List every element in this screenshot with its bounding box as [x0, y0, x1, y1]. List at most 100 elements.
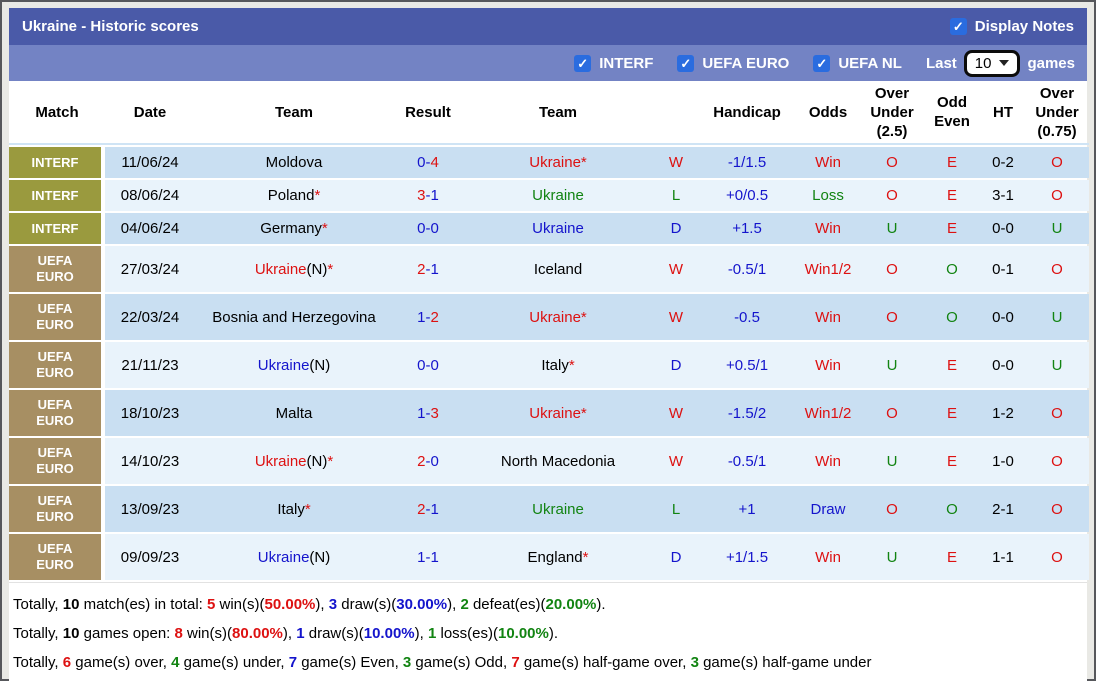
match-row: UEFA EURO 18/10/23 Malta 1-3 Ukraine* W -1.5/2… — [9, 390, 1089, 437]
result-letter: D — [670, 548, 682, 566]
summary-segment: 50.00% — [264, 596, 316, 614]
result-letter-cell: D — [653, 213, 699, 245]
over-under-0-75-value: O — [1051, 260, 1063, 278]
over-under-0-75-cell: O — [1025, 438, 1089, 485]
away-score: 1 — [430, 187, 439, 205]
summary-segment: Totally, — [13, 654, 63, 672]
filter-interf[interactable]: INTERF — [574, 54, 653, 72]
match-row: UEFA EURO 13/09/23 Italy* 2-1 Ukraine L +1 Draw… — [9, 486, 1089, 533]
summary-segment: 10 — [62, 625, 80, 643]
checkbox-checked-icon[interactable] — [574, 54, 592, 72]
odds-result: Win — [815, 220, 841, 238]
result-letter: W — [668, 452, 684, 470]
filter-uefa-euro-label: UEFA EURO — [702, 54, 790, 72]
over-under-0-75-value: O — [1051, 452, 1063, 470]
over-under-0-75-value: U — [1051, 308, 1063, 326]
away-team-cell: Ukraine — [463, 213, 653, 245]
summary-segment: 1 — [296, 625, 305, 643]
team-name: England — [527, 548, 583, 566]
over-under-2-5-value: O — [886, 260, 898, 278]
summary-segment: Totally, — [13, 625, 63, 643]
over-under-2-5-value: U — [886, 452, 898, 470]
result-letter: L — [671, 500, 681, 518]
odds-result: Draw — [810, 500, 846, 518]
away-score: 0 — [430, 452, 439, 470]
score-cell: 2-1 — [393, 486, 463, 533]
over-under-0-75-value: U — [1051, 356, 1063, 374]
team-name: Germany — [260, 220, 322, 238]
column-header: Result — [393, 83, 463, 146]
last-label: Last — [925, 54, 957, 72]
checkbox-checked-icon[interactable] — [677, 54, 695, 72]
summary-segment: Totally, — [13, 596, 63, 614]
summary-segment: ). — [596, 596, 606, 614]
ht-cell: 2-1 — [981, 486, 1025, 533]
summary-segment: game(s) Odd, — [411, 654, 512, 672]
team-name: Malta — [275, 404, 313, 422]
over-under-0-75-cell: U — [1025, 294, 1089, 341]
table-header-row: Match Date Team Result Team Handicap Odds Over … — [9, 83, 1089, 146]
summary-segment: ), — [414, 625, 428, 643]
odd-even-cell: E — [923, 438, 981, 485]
summary-segment: draw(s)( — [337, 596, 397, 614]
home-team-cell: Moldova — [195, 147, 393, 179]
ht-score: 0-0 — [992, 356, 1014, 374]
handicap-value: +0.5/1 — [725, 356, 769, 374]
summary-segment: game(s) over, — [71, 654, 172, 672]
away-team-cell: Ukraine* — [463, 294, 653, 341]
ht-score: 2-1 — [992, 500, 1014, 518]
checkbox-checked-icon[interactable] — [949, 18, 967, 35]
ht-score: 0-2 — [992, 154, 1014, 172]
over-under-2-5-value: U — [886, 356, 898, 374]
over-under-2-5-value: U — [886, 220, 898, 238]
summary-segment: win(s)( — [182, 625, 233, 643]
home-team-cell: Ukraine(N) — [195, 342, 393, 389]
summary-segment: ), — [315, 596, 329, 614]
match-row: INTERF 04/06/24 Germany* 0-0 Ukraine D +1.5 Win… — [9, 213, 1089, 245]
summary-line: Totally, 10 games open: 8 win(s)(80.00%)… — [13, 619, 1083, 648]
ht-cell: 1-1 — [981, 534, 1025, 581]
column-header: Over Under (2.5) — [861, 83, 923, 146]
over-under-0-75-cell: U — [1025, 342, 1089, 389]
away-score: 3 — [430, 404, 439, 422]
home-team-cell: Poland* — [195, 180, 393, 212]
result-letter-cell: D — [653, 342, 699, 389]
home-team-cell: Malta — [195, 390, 393, 437]
team-name: Iceland — [533, 260, 583, 278]
checkbox-checked-icon[interactable] — [813, 54, 831, 72]
summary-footer: Totally, 10 match(es) in total: 5 win(s)… — [9, 582, 1087, 681]
home-score: 0 — [417, 154, 426, 172]
last-games-select[interactable]: 10 — [963, 49, 1021, 77]
last-games-value: 10 — [974, 54, 992, 72]
odds-result: Loss — [812, 187, 844, 205]
away-team-cell: North Macedonia — [463, 438, 653, 485]
display-notes-toggle[interactable]: Display Notes — [949, 18, 1074, 35]
odd-even-cell: E — [923, 180, 981, 212]
date-cell: 04/06/24 — [105, 213, 195, 245]
home-team-cell: Italy* — [195, 486, 393, 533]
match-type-cell: UEFA EURO — [9, 390, 105, 437]
date-cell: 21/11/23 — [105, 342, 195, 389]
over-under-2-5-cell: U — [861, 438, 923, 485]
score-cell: 1-3 — [393, 390, 463, 437]
over-under-2-5-cell: O — [861, 294, 923, 341]
odd-even-value: O — [946, 260, 958, 278]
odd-even-value: E — [946, 154, 957, 172]
result-letter-cell: W — [653, 147, 699, 179]
filter-uefa-nl[interactable]: UEFA NL — [813, 54, 902, 72]
date-cell: 22/03/24 — [105, 294, 195, 341]
match-row: INTERF 08/06/24 Poland* 3-1 Ukraine L +0/0.5 Lo… — [9, 180, 1089, 212]
handicap-cell: -0.5/1 — [699, 438, 795, 485]
filter-uefa-euro[interactable]: UEFA EURO — [677, 54, 790, 72]
summary-segment: 3 — [690, 654, 699, 672]
away-score: 1 — [430, 260, 439, 278]
home-advantage-star: * — [327, 260, 334, 278]
team-name: Ukraine — [257, 548, 310, 566]
over-under-0-75-cell: O — [1025, 246, 1089, 293]
over-under-0-75-value: O — [1051, 404, 1063, 422]
date-cell: 11/06/24 — [105, 147, 195, 179]
ht-cell: 1-0 — [981, 438, 1025, 485]
column-header: Odd Even — [923, 83, 981, 146]
home-advantage-star: * — [582, 548, 589, 566]
summary-segment: game(s) half-game under — [698, 654, 872, 672]
